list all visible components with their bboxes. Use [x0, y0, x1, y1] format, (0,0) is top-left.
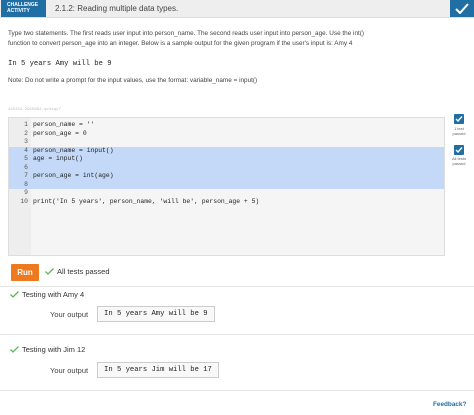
activity-header: CHALLENGE ACTIVITY 2.1.2: Reading multip… [0, 0, 474, 18]
code-text[interactable]: print('In 5 years', person_name, 'will b… [33, 198, 259, 207]
check-icon [455, 3, 469, 14]
badge-line2: ACTIVITY [7, 8, 30, 14]
code-line[interactable]: 2 person_age = 0 [9, 130, 444, 139]
code-line[interactable]: 9 [9, 189, 444, 198]
line-number: 7 [24, 172, 28, 179]
code-line-selected[interactable]: 4 person_name = input() [9, 146, 444, 156]
line-number: 3 [24, 138, 28, 145]
file-id: 445214.2915692.qx3zqy7 [8, 108, 61, 112]
test-title-text: Testing with Amy 4 [22, 290, 85, 299]
check-icon [10, 346, 19, 353]
check-icon [455, 147, 463, 154]
check-icon [455, 116, 463, 123]
your-output-box: In 5 years Jim will be 17 [97, 362, 219, 378]
instructions: Type two statements. The first reads use… [8, 29, 463, 49]
code-line-selected[interactable]: 7 person_age = int(age) [9, 172, 444, 181]
check-icon [10, 291, 19, 298]
run-button[interactable]: Run [11, 264, 39, 281]
line-number: 5 [24, 155, 28, 162]
code-text[interactable]: person_age = 0 [33, 130, 87, 139]
run-status: All tests passed [45, 267, 110, 276]
code-line[interactable]: 3 [9, 138, 444, 147]
run-status-text: All tests passed [57, 267, 110, 276]
line-number: 2 [24, 129, 28, 137]
check-icon [45, 268, 54, 275]
code-line-selected[interactable]: 8 [9, 180, 444, 189]
test-check-2-label: All tests passed [448, 156, 470, 166]
test-result-title: Testing with Amy 4 [10, 290, 84, 299]
instructions-note: Note: Do not write a prompt for the inpu… [8, 77, 258, 84]
line-number: 8 [24, 180, 28, 188]
divider [0, 334, 474, 335]
test-result-title: Testing with Jim 12 [10, 345, 85, 354]
line-number: 10 [20, 197, 28, 205]
completion-indicator [450, 0, 474, 17]
activity-title: 2.1.2: Reading multiple data types. [55, 4, 179, 13]
instructions-line1: Type two statements. The first reads use… [8, 30, 365, 37]
line-number: 9 [24, 189, 28, 196]
test-check-1 [454, 114, 464, 124]
code-line[interactable]: 1 person_name = '' [9, 121, 444, 130]
your-output-label: Your output [50, 366, 89, 375]
sample-output: In 5 years Amy will be 9 [8, 60, 112, 68]
your-output-label: Your output [50, 310, 89, 319]
divider [0, 286, 474, 287]
code-text[interactable]: person_name = input() [33, 147, 114, 156]
check-label-line2: passed [452, 131, 466, 136]
test-check-1-label: 1 test passed [448, 126, 470, 136]
feedback-link[interactable]: Feedback? [433, 401, 466, 408]
line-number: 1 [24, 121, 28, 128]
challenge-activity-badge: CHALLENGE ACTIVITY [1, 0, 46, 17]
check-label-line2: passed [452, 161, 466, 166]
code-line-selected[interactable]: 6 [9, 163, 444, 172]
your-output-box: In 5 years Amy will be 9 [97, 306, 215, 322]
code-editor[interactable]: 1 person_name = '' 2 person_age = 0 3 4 per… [8, 117, 445, 256]
divider [0, 390, 474, 391]
instructions-line2: function to convert person_age into an i… [8, 40, 353, 47]
test-check-2 [454, 145, 464, 155]
code-text[interactable]: age = input() [33, 155, 83, 164]
line-number: 4 [24, 146, 28, 154]
code-text[interactable]: person_name = '' [33, 121, 94, 130]
line-number: 6 [24, 163, 28, 171]
test-title-text: Testing with Jim 12 [22, 345, 86, 354]
code-line[interactable]: 10 print('In 5 years', person_name, 'will… [9, 198, 444, 207]
code-line-selected[interactable]: 5 age = input() [9, 155, 444, 164]
code-text[interactable]: person_age = int(age) [33, 172, 114, 181]
